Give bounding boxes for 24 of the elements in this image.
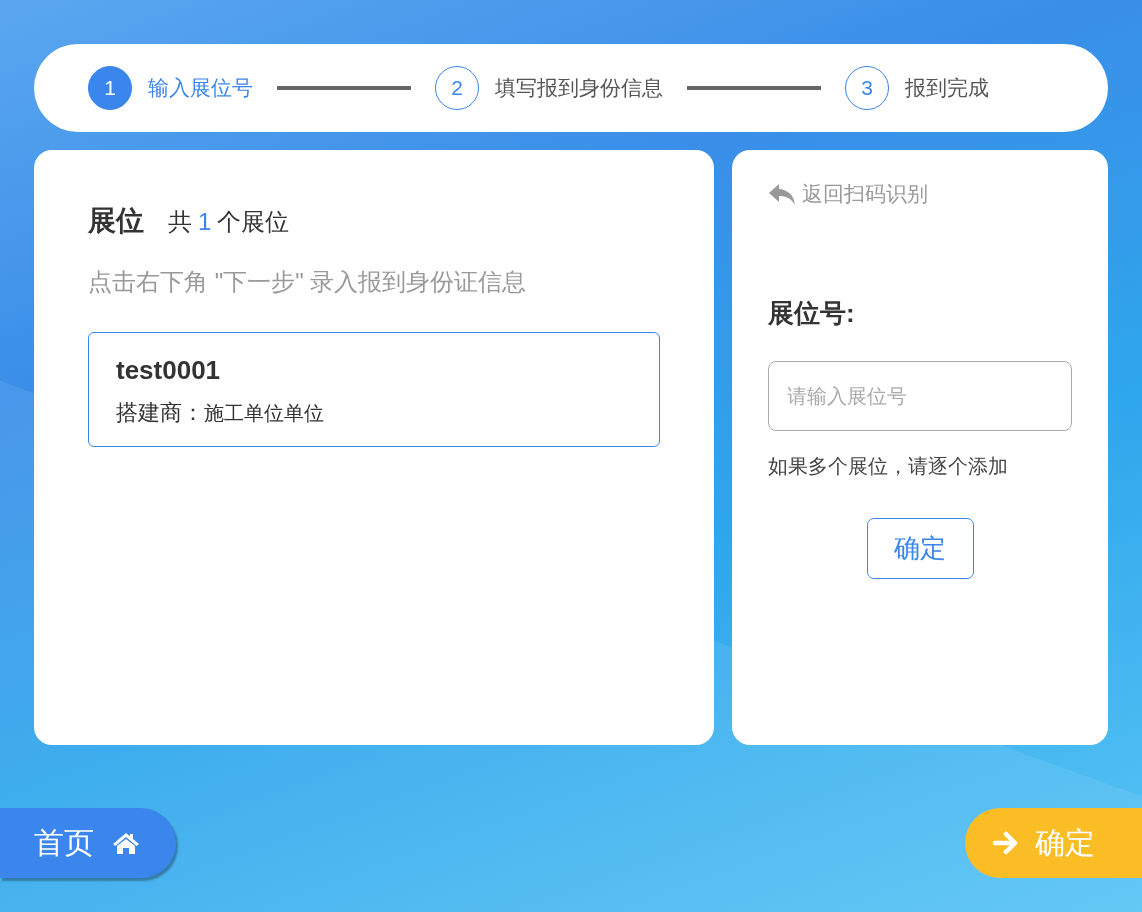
- count-suffix: 个展位: [217, 207, 290, 237]
- reply-arrow-icon: [768, 182, 796, 206]
- back-link[interactable]: 返回扫码识别: [768, 180, 928, 208]
- builder-label: 搭建商：: [116, 399, 204, 427]
- step-number: 3: [845, 66, 889, 110]
- right-arrow-icon: [993, 831, 1019, 855]
- step-label: 填写报到身份信息: [495, 75, 663, 101]
- field-label: 展位号:: [768, 297, 856, 330]
- step-number: 1: [88, 66, 132, 110]
- booth-count: 1: [198, 208, 212, 236]
- step-label: 报到完成: [905, 75, 989, 101]
- booth-number-input[interactable]: 请输入展位号: [768, 361, 1072, 431]
- step-number: 2: [435, 66, 479, 110]
- home-icon: [112, 831, 140, 855]
- builder-name: 施工单位单位: [204, 401, 324, 426]
- step-label: 输入展位号: [148, 75, 253, 101]
- confirm-button[interactable]: 确定: [866, 518, 974, 579]
- count-prefix: 共: [168, 207, 192, 237]
- note-text: 如果多个展位，请逐个添加: [768, 454, 1009, 479]
- hint-text: 点击右下角 "下一步" 录入报到身份证信息: [88, 267, 528, 297]
- booth-code: test0001: [116, 355, 222, 386]
- home-button[interactable]: 首页: [0, 808, 176, 878]
- panel-title: 展位: [88, 204, 144, 238]
- booth-card[interactable]: test0001 搭建商：施工单位单位: [88, 332, 660, 447]
